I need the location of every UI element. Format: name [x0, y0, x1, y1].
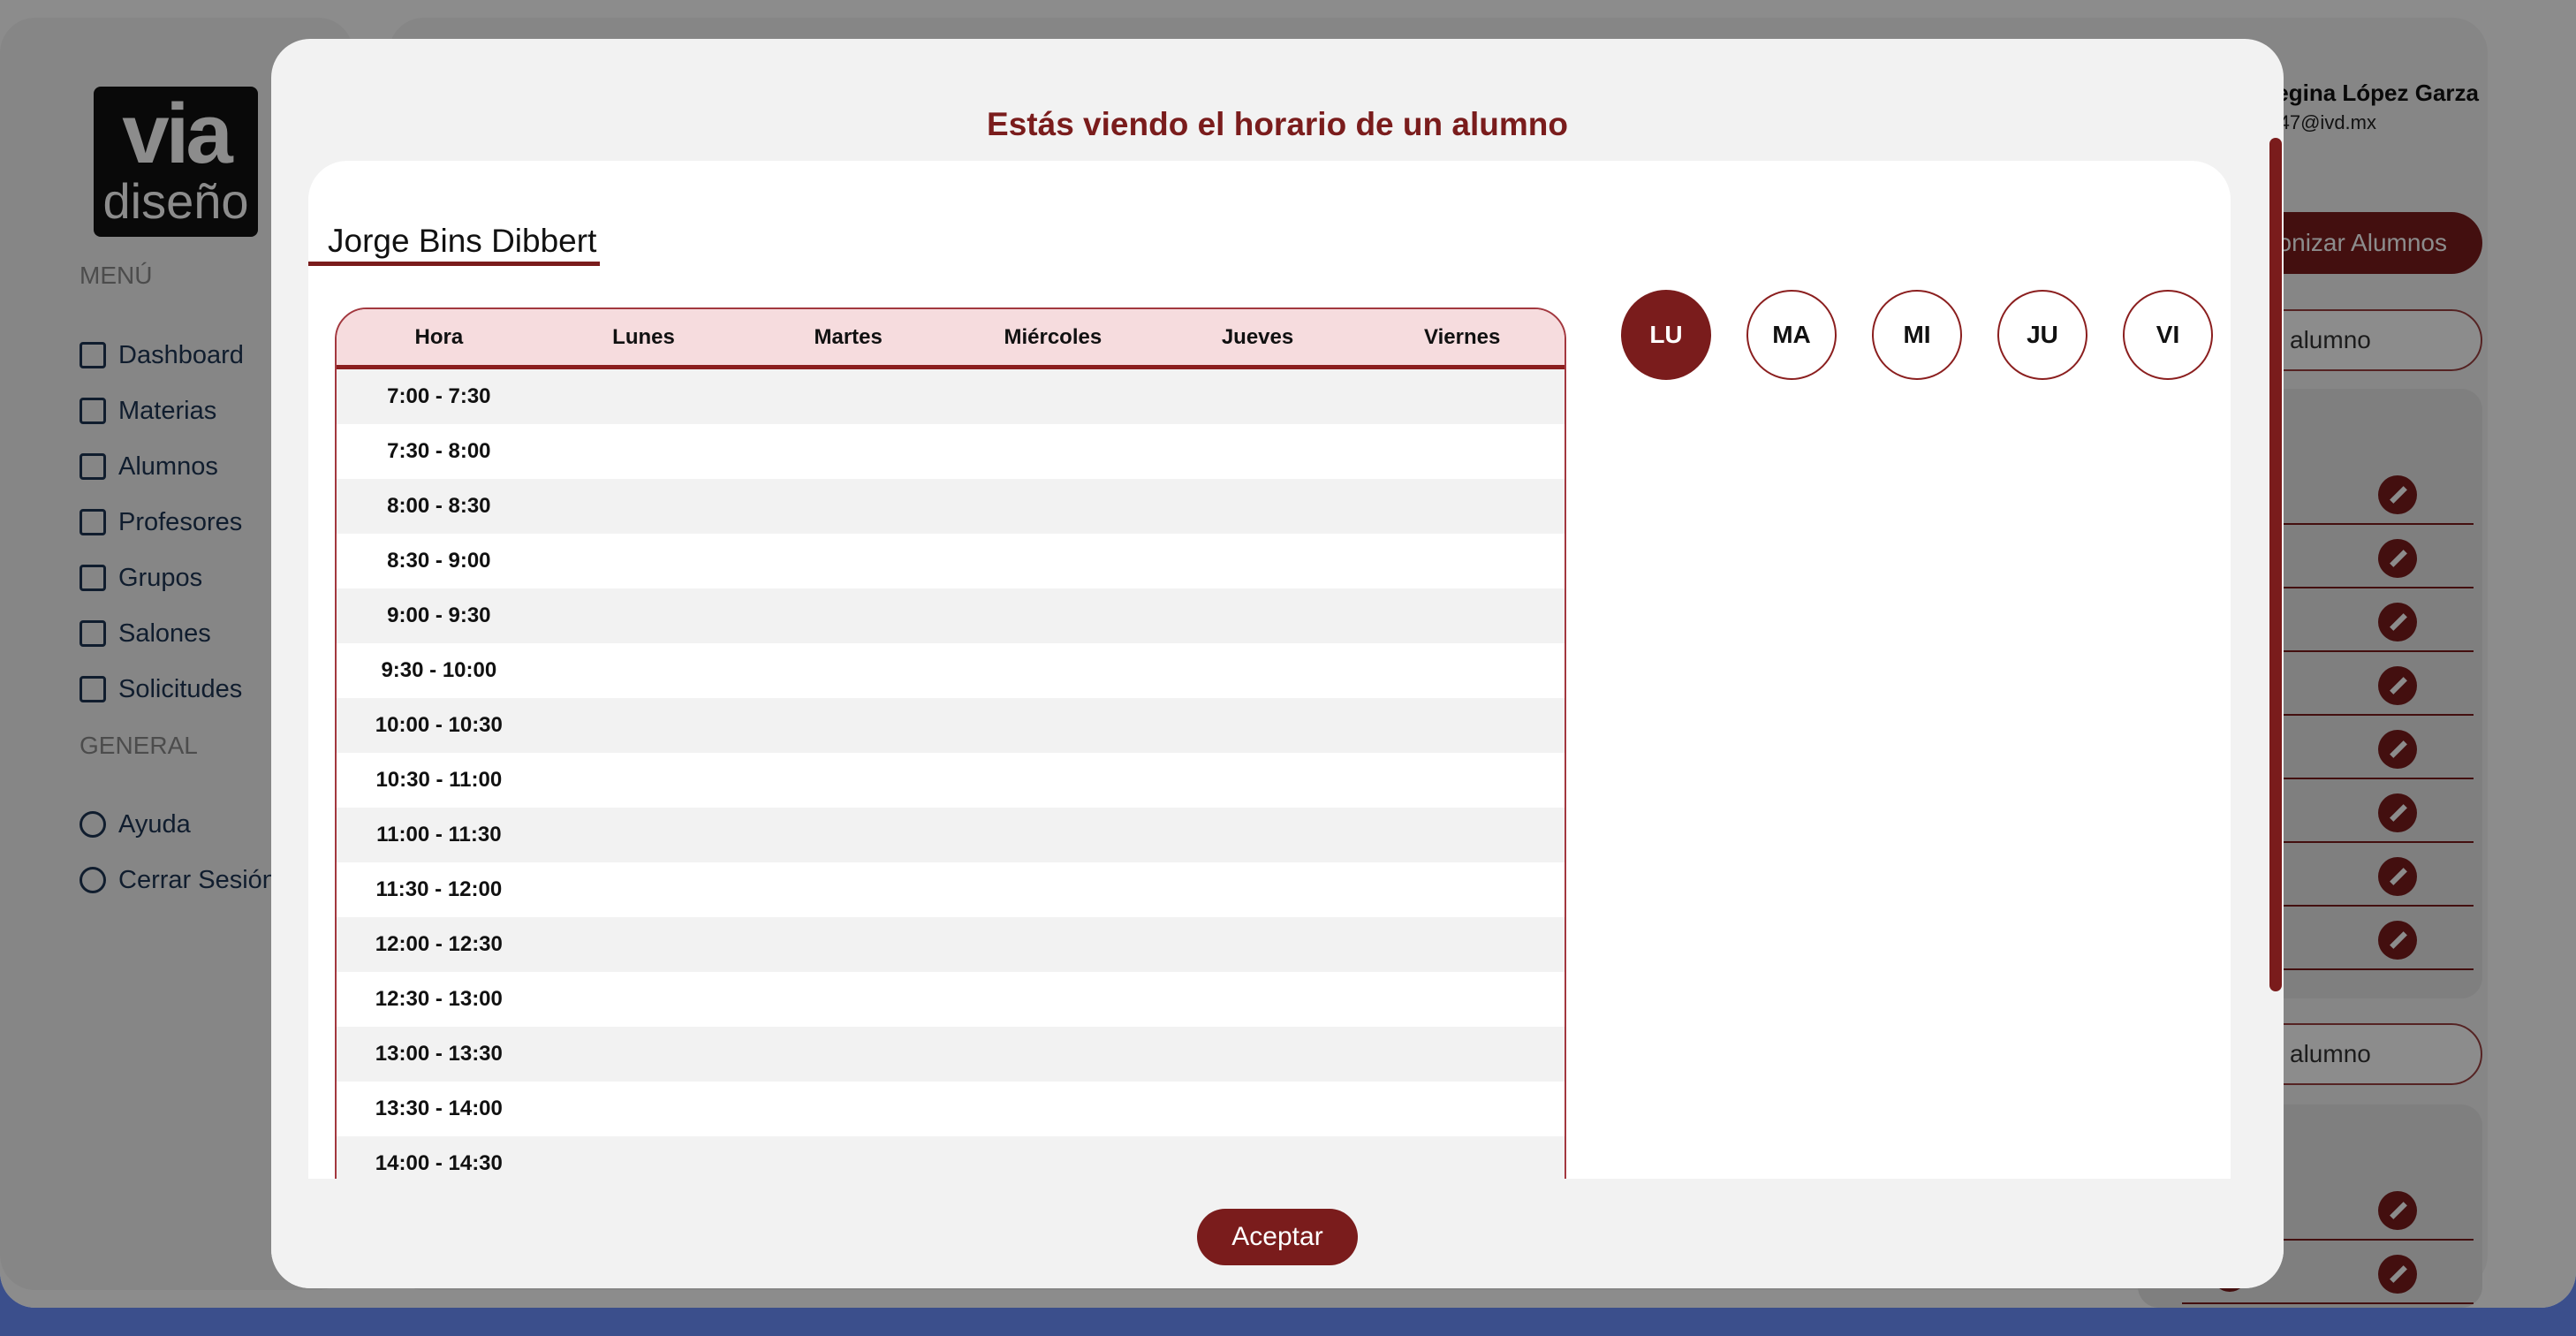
- schedule-row: 7:30 - 8:00: [337, 424, 1565, 479]
- time-slot-label: 11:00 - 11:30: [376, 823, 502, 846]
- modal-footer: Aceptar: [271, 1179, 2284, 1288]
- column-header-viernes: Viernes: [1424, 324, 1501, 349]
- schedule-row: 10:00 - 10:30: [337, 698, 1565, 753]
- column-header-lunes: Lunes: [612, 324, 675, 349]
- day-selector: LU MA MI JU VI: [1621, 290, 2222, 382]
- time-slot-label: 12:00 - 12:30: [375, 932, 503, 956]
- time-slot-label: 8:00 - 8:30: [387, 494, 491, 518]
- time-slot-label: 10:30 - 11:00: [375, 768, 503, 792]
- schedule-row: 13:00 - 13:30: [337, 1027, 1565, 1082]
- schedule-table[interactable]: Hora Lunes Martes Miércoles Jueves Viernes 7:…: [335, 307, 1566, 1221]
- column-header-jueves: Jueves: [1221, 324, 1294, 349]
- schedule-header: Hora Lunes Martes Miércoles Jueves Viernes: [337, 309, 1565, 369]
- modal-card: Jorge Bins Dibbert Hora Lunes Martes Miérco…: [308, 161, 2231, 1221]
- day-button-vi[interactable]: VI: [2123, 290, 2213, 380]
- time-slot-label: 7:30 - 8:00: [387, 439, 491, 463]
- time-slot-label: 9:30 - 10:00: [381, 658, 497, 682]
- modal-title: Estás viendo el horario de un alumno: [987, 106, 1568, 142]
- schedule-row: 8:00 - 8:30: [337, 479, 1565, 534]
- column-header-martes: Martes: [814, 324, 883, 349]
- schedule-row: 12:30 - 13:00: [337, 972, 1565, 1027]
- day-button-lu[interactable]: LU: [1621, 290, 1711, 380]
- time-slot-label: 7:00 - 7:30: [387, 384, 491, 408]
- column-header-miércoles: Miércoles: [1004, 324, 1102, 349]
- accept-button[interactable]: Aceptar: [1197, 1209, 1358, 1265]
- time-slot-label: 9:00 - 9:30: [387, 603, 491, 627]
- time-slot-label: 8:30 - 9:00: [387, 549, 491, 573]
- student-name-underline: [308, 262, 600, 266]
- schedule-row: 9:00 - 9:30: [337, 588, 1565, 643]
- schedule-body: 7:00 - 7:30 7:30 - 8:00 8:00 - 8:30 8:30 - …: [337, 369, 1565, 1221]
- schedule-modal: Estás viendo el horario de un alumno Jor…: [271, 39, 2284, 1288]
- time-slot-label: 13:30 - 14:00: [375, 1097, 503, 1120]
- schedule-row: 13:30 - 14:00: [337, 1082, 1565, 1136]
- time-slot-label: 14:00 - 14:30: [375, 1151, 503, 1175]
- schedule-row: 8:30 - 9:00: [337, 534, 1565, 588]
- schedule-row: 9:30 - 10:00: [337, 643, 1565, 698]
- day-button-ma[interactable]: MA: [1746, 290, 1837, 380]
- student-name: Jorge Bins Dibbert: [328, 223, 597, 259]
- modal-scrollbar-thumb[interactable]: [2269, 138, 2282, 991]
- column-header-hora: Hora: [414, 324, 464, 349]
- day-button-ju[interactable]: JU: [1997, 290, 2087, 380]
- schedule-row: 12:00 - 12:30: [337, 917, 1565, 972]
- time-slot-label: 12:30 - 13:00: [375, 987, 503, 1011]
- time-slot-label: 13:00 - 13:30: [375, 1042, 503, 1066]
- day-button-mi[interactable]: MI: [1872, 290, 1962, 380]
- time-slot-label: 10:00 - 10:30: [375, 713, 503, 737]
- schedule-row: 7:00 - 7:30: [337, 369, 1565, 424]
- schedule-row: 11:30 - 12:00: [337, 862, 1565, 917]
- schedule-row: 10:30 - 11:00: [337, 753, 1565, 808]
- schedule-row: 11:00 - 11:30: [337, 808, 1565, 862]
- time-slot-label: 11:30 - 12:00: [375, 877, 503, 901]
